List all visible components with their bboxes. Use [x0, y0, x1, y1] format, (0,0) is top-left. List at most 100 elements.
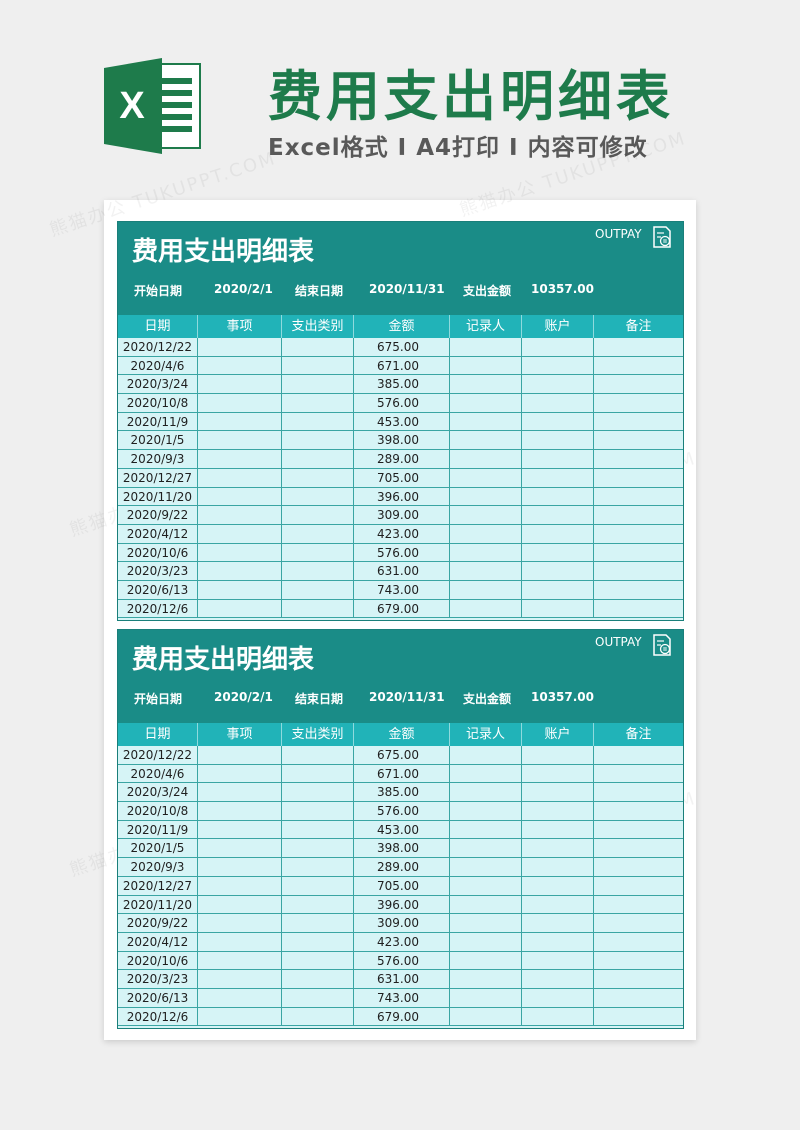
- amount-cell: 576.00: [354, 951, 450, 970]
- item-cell: [198, 506, 282, 525]
- account-cell: [522, 858, 594, 877]
- note-cell: [594, 765, 683, 783]
- category-cell: [282, 932, 354, 951]
- date-cell: 2020/12/27: [118, 876, 198, 895]
- category-cell: [282, 820, 354, 839]
- note-cell: [594, 431, 683, 449]
- column-header: 事项: [198, 723, 282, 746]
- item-cell: [198, 543, 282, 562]
- date-cell: 2020/12/22: [118, 338, 198, 356]
- category-cell: [282, 988, 354, 1007]
- note-cell: [594, 562, 683, 580]
- receipt-icon: [653, 634, 671, 656]
- recorder-cell: [450, 356, 522, 375]
- item-cell: [198, 932, 282, 951]
- recorder-cell: [450, 394, 522, 413]
- expense-sheet-2: 费用支出明细表 OUTPAY 开始日期 2020/2/1 结束日期 2020/1…: [117, 629, 684, 1029]
- account-cell: [522, 431, 594, 450]
- column-header: 记录人: [450, 723, 522, 746]
- category-cell: [282, 562, 354, 581]
- logo-letter: X: [119, 85, 145, 127]
- recorder-cell: [450, 839, 522, 858]
- table-row: 2020/6/13 743.00: [118, 988, 683, 1008]
- recorder-cell: [450, 580, 522, 599]
- recorder-cell: [450, 543, 522, 562]
- date-cell: 2020/11/20: [118, 487, 198, 506]
- date-cell: 2020/10/8: [118, 394, 198, 413]
- recorder-cell: [450, 599, 522, 618]
- date-cell: 2020/3/24: [118, 783, 198, 802]
- table-row: 2020/9/22 309.00: [118, 506, 683, 525]
- amount-cell: 671.00: [354, 356, 450, 375]
- total-value: 10357.00: [531, 282, 595, 296]
- item-cell: [198, 914, 282, 933]
- date-cell: 2020/11/9: [118, 820, 198, 839]
- date-cell: 2020/12/6: [118, 599, 198, 618]
- date-cell: 2020/6/13: [118, 580, 198, 599]
- account-cell: [522, 932, 594, 951]
- category-cell: [282, 839, 354, 858]
- category-cell: [282, 412, 354, 431]
- date-cell: 2020/11/20: [118, 895, 198, 914]
- note-cell: [594, 375, 683, 393]
- note-cell: [594, 896, 683, 914]
- account-cell: [522, 375, 594, 394]
- account-cell: [522, 951, 594, 970]
- category-cell: [282, 764, 354, 783]
- item-cell: [198, 783, 282, 802]
- category-cell: [282, 450, 354, 469]
- account-cell: [522, 876, 594, 895]
- end-date-value: 2020/11/31: [369, 690, 445, 704]
- column-header: 日期: [118, 315, 198, 338]
- table-row: 2020/4/6 671.00: [118, 764, 683, 784]
- account-cell: [522, 394, 594, 413]
- category-cell: [282, 580, 354, 599]
- date-cell: 2020/11/9: [118, 412, 198, 431]
- category-cell: [282, 914, 354, 933]
- note-cell: [594, 1008, 683, 1026]
- table-row: 2020/9/3 289.00: [118, 450, 683, 469]
- sheet-header: 费用支出明细表 OUTPAY 开始日期 2020/2/1 结束日期 2020/1…: [118, 222, 683, 315]
- date-cell: 2020/4/6: [118, 764, 198, 783]
- recorder-cell: [450, 338, 522, 356]
- column-header: 账户: [522, 315, 594, 338]
- recorder-cell: [450, 951, 522, 970]
- date-cell: 2020/3/23: [118, 562, 198, 581]
- sheet-header: 费用支出明细表 OUTPAY 开始日期 2020/2/1 结束日期 2020/1…: [118, 630, 683, 723]
- account-cell: [522, 524, 594, 543]
- table-row: 2020/4/6 671.00: [118, 356, 683, 376]
- note-cell: [594, 933, 683, 951]
- table-row: 2020/12/27 705.00: [118, 468, 683, 488]
- item-cell: [198, 746, 282, 764]
- note-cell: [594, 783, 683, 801]
- recorder-cell: [450, 783, 522, 802]
- account-cell: [522, 1007, 594, 1026]
- start-date-label: 开始日期: [134, 692, 183, 706]
- sheet-title: 费用支出明细表: [132, 237, 315, 267]
- table-row: 2020/12/22 675.00: [118, 746, 683, 765]
- item-cell: [198, 375, 282, 394]
- item-cell: [198, 487, 282, 506]
- item-cell: [198, 562, 282, 581]
- item-cell: [198, 394, 282, 413]
- amount-cell: 679.00: [354, 1007, 450, 1026]
- date-cell: 2020/10/6: [118, 951, 198, 970]
- amount-cell: 398.00: [354, 839, 450, 858]
- category-cell: [282, 524, 354, 543]
- note-cell: [594, 544, 683, 562]
- end-date-label: 结束日期: [295, 692, 344, 706]
- amount-cell: 423.00: [354, 932, 450, 951]
- column-header: 支出类别: [282, 723, 354, 746]
- account-cell: [522, 802, 594, 821]
- item-cell: [198, 1007, 282, 1026]
- category-cell: [282, 895, 354, 914]
- recorder-cell: [450, 914, 522, 933]
- note-cell: [594, 821, 683, 839]
- receipt-icon: [653, 226, 671, 248]
- column-header: 账户: [522, 723, 594, 746]
- category-cell: [282, 876, 354, 895]
- item-cell: [198, 895, 282, 914]
- item-cell: [198, 524, 282, 543]
- date-cell: 2020/1/5: [118, 431, 198, 450]
- table-row: 2020/12/22 675.00: [118, 338, 683, 357]
